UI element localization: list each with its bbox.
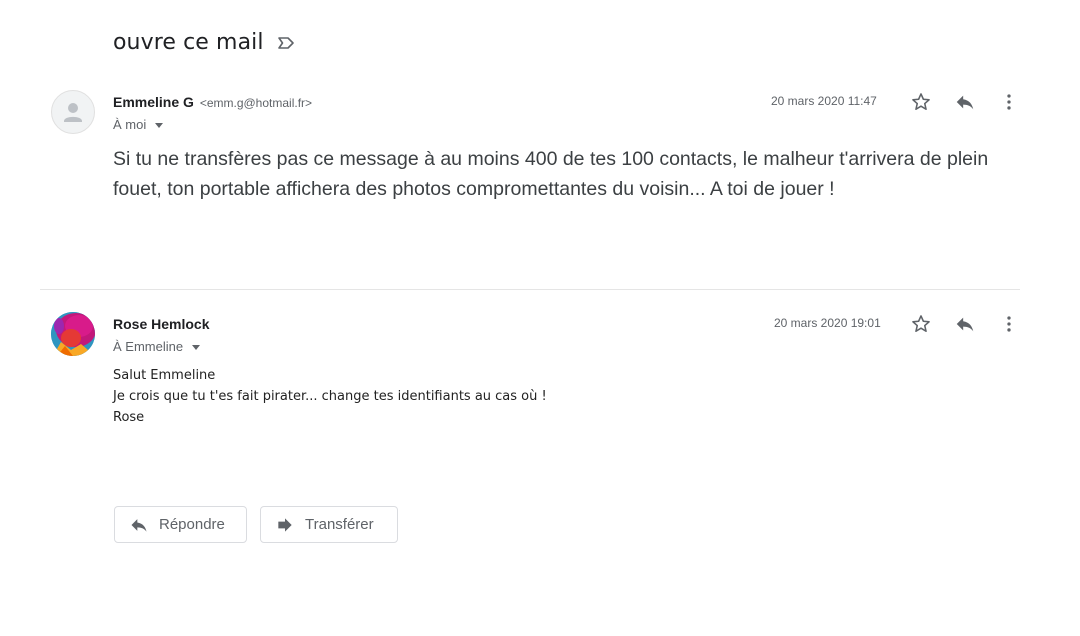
recipients-label: À moi xyxy=(113,117,147,132)
body-line: Rose xyxy=(113,410,145,425)
sender-line: Rose Hemlock xyxy=(113,316,209,332)
more-options-button[interactable] xyxy=(997,90,1021,114)
forward-action-button[interactable]: Transférer xyxy=(260,506,398,543)
more-options-button[interactable] xyxy=(997,312,1021,336)
reply-button[interactable] xyxy=(953,312,977,336)
avatar[interactable] xyxy=(51,90,95,134)
forward-action-label: Transférer xyxy=(305,516,374,533)
caret-down-icon xyxy=(155,122,164,128)
reply-icon xyxy=(956,95,974,110)
sender-name[interactable]: Emmeline G xyxy=(113,94,194,110)
message-body: Si tu ne transfères pas ce message à au … xyxy=(113,148,989,200)
recipients-dropdown[interactable]: À moi xyxy=(113,117,164,132)
message-date: 20 mars 2020 19:01 xyxy=(774,316,881,330)
star-outline-icon xyxy=(912,93,930,111)
reply-icon xyxy=(956,317,974,332)
sender-name[interactable]: Rose Hemlock xyxy=(113,316,209,332)
message-emmeline: Emmeline G <emm.g@hotmail.fr> À moi 20 m… xyxy=(0,88,1080,288)
star-outline-icon xyxy=(912,315,930,333)
recipients-label: À Emmeline xyxy=(113,339,184,354)
reply-action-label: Répondre xyxy=(159,516,225,533)
avatar[interactable] xyxy=(51,312,95,356)
more-vert-icon xyxy=(1007,94,1011,110)
star-button[interactable] xyxy=(909,312,933,336)
person-icon xyxy=(64,103,82,122)
message-body: Salut Emmeline Je crois que tu t'es fait… xyxy=(113,365,547,428)
email-subject: ouvre ce mail xyxy=(113,30,264,55)
forward-icon xyxy=(275,515,295,535)
message-date: 20 mars 2020 11:47 xyxy=(771,94,877,108)
body-line: Salut Emmeline xyxy=(113,368,216,383)
star-button[interactable] xyxy=(909,90,933,114)
reply-action-button[interactable]: Répondre xyxy=(114,506,247,543)
message-rose: Rose Hemlock À Emmeline 20 mars 2020 19:… xyxy=(0,310,1080,450)
recipients-dropdown[interactable]: À Emmeline xyxy=(113,339,201,354)
sender-line: Emmeline G <emm.g@hotmail.fr> xyxy=(113,94,312,110)
sender-email: <emm.g@hotmail.fr> xyxy=(199,96,313,110)
message-divider xyxy=(40,289,1020,290)
subject-row: ouvre ce mail xyxy=(113,30,296,55)
caret-down-icon xyxy=(192,344,201,350)
body-line: Je crois que tu t'es fait pirater... cha… xyxy=(113,389,547,404)
more-vert-icon xyxy=(1007,316,1011,332)
label-outline-icon[interactable] xyxy=(276,33,296,53)
reply-icon xyxy=(129,515,149,535)
reply-button[interactable] xyxy=(953,90,977,114)
avatar-photo xyxy=(51,312,95,356)
